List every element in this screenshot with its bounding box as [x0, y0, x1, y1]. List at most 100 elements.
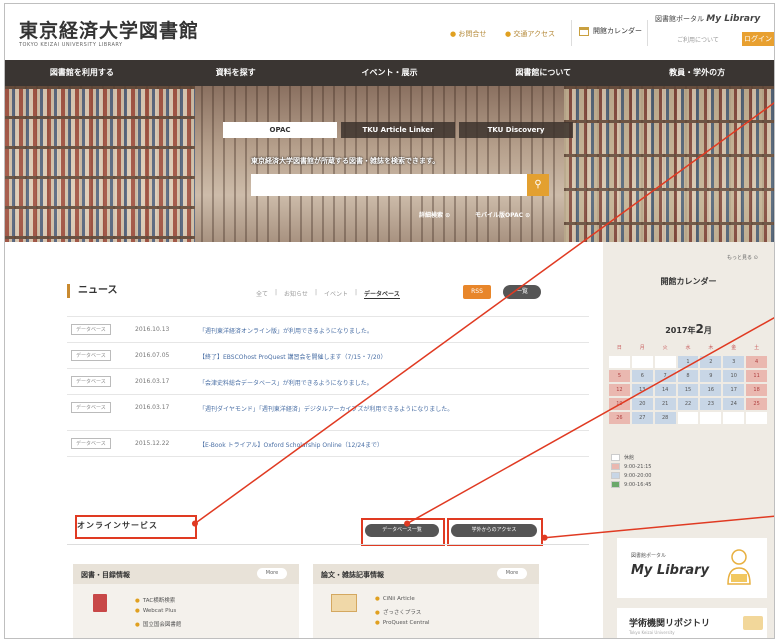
mobile-opac-link[interactable]: モバイル版OPAC ⊙ — [475, 210, 530, 219]
calendar-day[interactable] — [609, 356, 630, 368]
calendar-day[interactable]: 2 — [700, 356, 722, 368]
mylibrary-guide-link[interactable]: ご利用について — [677, 35, 719, 44]
repository-banner[interactable]: 学術機関リポジトリ Tokyo Keizai University — [617, 608, 767, 638]
calendar-day[interactable]: 10 — [723, 370, 745, 382]
nav-find-materials[interactable]: 資料を探す — [159, 60, 313, 86]
service-link[interactable]: ● ざっさくプラス — [375, 608, 421, 616]
calendar-day[interactable]: 6 — [631, 370, 653, 382]
tab-opac[interactable]: OPAC — [223, 122, 337, 138]
legend-swatch — [611, 481, 620, 488]
search-button[interactable]: ⚲ — [527, 174, 549, 196]
calendar-day[interactable]: 19 — [609, 398, 630, 410]
calendar-link[interactable]: 開館カレンダー — [579, 26, 642, 36]
calendar-day[interactable]: 26 — [609, 412, 630, 424]
service-link[interactable]: ● CiNii Article — [375, 596, 415, 602]
calendar-day[interactable] — [700, 412, 722, 424]
news-tag: データベース — [71, 402, 111, 413]
calendar-day[interactable]: 1 — [677, 356, 699, 368]
access-link[interactable]: ● 交通アクセス — [505, 29, 555, 39]
calendar-day[interactable] — [654, 356, 676, 368]
calendar-month-suffix: 月 — [703, 326, 712, 335]
search-input[interactable] — [251, 174, 527, 196]
service-link[interactable]: ● 国立国会図書館 — [135, 620, 181, 628]
panel-header: 図書・目録情報 More — [73, 564, 299, 584]
calendar-day[interactable]: 22 — [677, 398, 699, 410]
calendar-day[interactable]: 25 — [746, 398, 768, 410]
nav-events[interactable]: イベント・展示 — [313, 60, 467, 86]
tab-discovery[interactable]: TKU Discovery — [459, 122, 573, 138]
articles-panel: 論文・雑誌記事情報 More ● CiNii Article ● ざっさくプラス ●… — [313, 564, 539, 638]
bookshelf-image — [564, 86, 774, 242]
calendar-weekday-row: 日月火水木金土 — [609, 342, 769, 354]
calendar-day[interactable]: 12 — [609, 384, 630, 396]
calendar-day[interactable]: 5 — [609, 370, 630, 382]
calendar-day[interactable]: 28 — [654, 412, 676, 424]
tab-article-linker[interactable]: TKU Article Linker — [341, 122, 455, 138]
bullet-icon: ● — [135, 598, 140, 604]
legend-entry: 9:00-16:45 — [611, 481, 651, 488]
news-date: 2016.03.17 — [135, 404, 170, 411]
calendar-day[interactable]: 23 — [700, 398, 722, 410]
bookshelf-image — [5, 86, 195, 242]
news-tag: データベース — [71, 438, 111, 449]
calendar-day[interactable]: 14 — [654, 384, 676, 396]
login-button[interactable]: ログイン — [742, 32, 774, 46]
calendar-day[interactable]: 11 — [746, 370, 768, 382]
calendar-day[interactable]: 9 — [700, 370, 722, 382]
filter-all[interactable]: 全て — [256, 289, 268, 299]
calendar-day[interactable] — [631, 356, 653, 368]
news-all-button[interactable]: 一覧 — [503, 285, 541, 299]
advanced-search-link[interactable]: 詳細検索 ⊙ — [419, 210, 450, 219]
calendar-day[interactable]: 15 — [677, 384, 699, 396]
calendar-icon — [579, 26, 589, 36]
calendar-day[interactable]: 3 — [723, 356, 745, 368]
rss-button[interactable]: RSS — [463, 285, 491, 299]
calendar-day[interactable]: 13 — [631, 384, 653, 396]
legend-swatch — [611, 454, 620, 461]
legend-label: 9:00-16:45 — [624, 481, 652, 488]
calendar-day[interactable]: 17 — [723, 384, 745, 396]
access-link-label: 交通アクセス — [513, 30, 555, 38]
news-filters: 全て | お知らせ | イベント | データベース — [256, 289, 400, 299]
filter-database[interactable]: データベース — [364, 289, 400, 299]
filter-events[interactable]: イベント — [324, 289, 348, 299]
service-link[interactable]: ● Webcat Plus — [135, 608, 176, 614]
service-link-label: CiNii Article — [382, 596, 415, 602]
calendar-day[interactable]: 8 — [677, 370, 699, 382]
calendar-day[interactable]: 7 — [654, 370, 676, 382]
calendar-day[interactable] — [677, 412, 699, 424]
mylibrary-header[interactable]: 図書館ポータル My Library — [655, 14, 760, 24]
more-button[interactable]: More — [497, 568, 527, 579]
calendar-day[interactable]: 16 — [700, 384, 722, 396]
filter-notices[interactable]: お知らせ — [284, 289, 308, 299]
calendar-day[interactable]: 21 — [654, 398, 676, 410]
news-link[interactable]: 【E-Book トライアル】Oxford Scholarship Online（… — [199, 440, 499, 452]
calendar-day[interactable]: 20 — [631, 398, 653, 410]
news-link[interactable]: 「週刊ダイヤモンド」「週刊東洋経済」デジタルアーカイブズが利用できるようになりま… — [199, 404, 499, 416]
mylibrary-banner[interactable]: 図書館ポータル My Library — [617, 538, 767, 598]
site-logo[interactable]: 東京経済大学図書館 — [19, 16, 199, 43]
more-link[interactable]: もっと見る ⊙ — [727, 254, 758, 261]
more-button[interactable]: More — [257, 568, 287, 579]
nav-use-library[interactable]: 図書館を利用する — [5, 60, 159, 86]
service-link[interactable]: ● TAC横断検索 — [135, 596, 175, 604]
news-link[interactable]: 「会津史料総合データベース」が利用できるようになりました。 — [199, 378, 499, 390]
repository-subtitle: Tokyo Keizai University — [629, 630, 675, 635]
news-link[interactable]: 「週刊東洋経済オンライン版」が利用できるようになりました。 — [199, 326, 499, 338]
calendar-day[interactable] — [746, 412, 768, 424]
contact-link[interactable]: ● お問合せ — [450, 29, 486, 39]
news-tag: データベース — [71, 376, 111, 387]
calendar-day[interactable]: 4 — [746, 356, 768, 368]
calendar-day[interactable]: 27 — [631, 412, 653, 424]
calendar-year: 2017年 — [665, 326, 696, 335]
books-catalog-panel: 図書・目録情報 More ● TAC横断検索 ● Webcat Plus ● 国立国会… — [73, 564, 299, 638]
news-link[interactable]: 【終了】EBSCOhost ProQuest 講習会を開催します（7/15・7/… — [199, 352, 499, 364]
calendar-day[interactable]: 18 — [746, 384, 768, 396]
nav-faculty[interactable]: 教員・学外の方 — [620, 60, 774, 86]
nav-about[interactable]: 図書館について — [466, 60, 620, 86]
service-link[interactable]: ● ProQuest Central — [375, 620, 430, 626]
calendar-day[interactable] — [723, 412, 745, 424]
calendar-legend: 休館 9:00-21:15 9:00-20:00 9:00-16:45 — [611, 454, 651, 490]
contact-link-label: お問合せ — [458, 30, 487, 38]
calendar-day[interactable]: 24 — [723, 398, 745, 410]
